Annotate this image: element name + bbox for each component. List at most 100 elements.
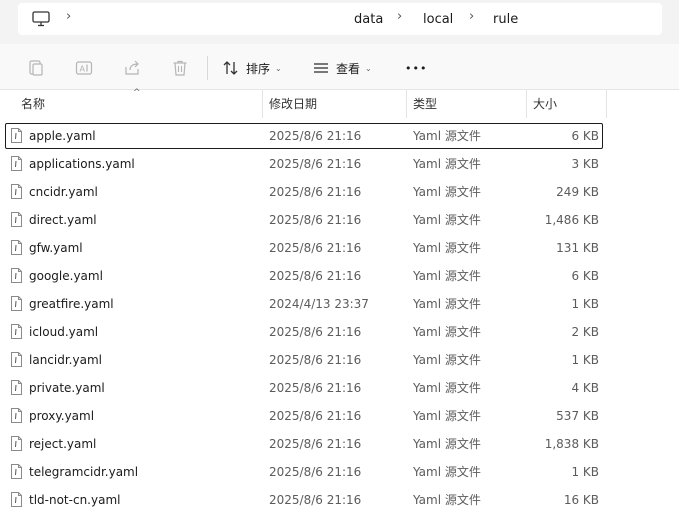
- file-name: apple.yaml: [29, 129, 96, 143]
- file-size: 1 KB: [571, 353, 599, 367]
- file-row[interactable]: private.yaml 2025/8/6 21:16 Yaml 源文件 4 KB: [0, 374, 679, 402]
- file-row[interactable]: google.yaml 2025/8/6 21:16 Yaml 源文件 6 KB: [0, 262, 679, 290]
- view-button[interactable]: 查看 ⌄: [312, 57, 372, 79]
- file-date: 2025/8/6 21:16: [269, 213, 362, 227]
- file-type: Yaml 源文件: [413, 241, 481, 255]
- file-row[interactable]: cncidr.yaml 2025/8/6 21:16 Yaml 源文件 249 KB: [0, 178, 679, 206]
- column-resize-handle[interactable]: [526, 90, 527, 118]
- file-date: 2025/8/6 21:16: [269, 325, 362, 339]
- file-date: 2025/8/6 21:16: [269, 437, 362, 451]
- yaml-file-icon: [11, 436, 22, 451]
- chevron-right-icon[interactable]: ›: [469, 9, 474, 24]
- file-size: 1 KB: [571, 465, 599, 479]
- chevron-right-icon[interactable]: ›: [66, 9, 71, 24]
- file-row[interactable]: icloud.yaml 2025/8/6 21:16 Yaml 源文件 2 KB: [0, 318, 679, 346]
- yaml-file-icon: [11, 492, 22, 507]
- sort-ascending-icon: ^: [133, 88, 141, 98]
- file-name: applications.yaml: [29, 157, 135, 171]
- sort-label: 排序: [246, 61, 271, 76]
- file-row[interactable]: greatfire.yaml 2024/4/13 23:37 Yaml 源文件 1 K…: [0, 290, 679, 318]
- yaml-file-icon: [11, 156, 22, 171]
- file-row[interactable]: telegramcidr.yaml 2025/8/6 21:16 Yaml 源文件 1…: [0, 458, 679, 486]
- file-row[interactable]: direct.yaml 2025/8/6 21:16 Yaml 源文件 1,486 K…: [0, 206, 679, 234]
- file-type: Yaml 源文件: [413, 157, 481, 171]
- file-size: 16 KB: [563, 493, 599, 507]
- file-date: 2025/8/6 21:16: [269, 493, 362, 507]
- file-date: 2025/8/6 21:16: [269, 409, 362, 423]
- chevron-right-icon[interactable]: ›: [397, 9, 402, 24]
- chevron-down-icon: ⌄: [275, 63, 282, 73]
- sort-button[interactable]: 排序 ⌄: [222, 57, 282, 79]
- yaml-file-icon: [11, 352, 22, 367]
- svg-text:A: A: [80, 65, 86, 74]
- breadcrumb-local[interactable]: local: [423, 12, 453, 27]
- yaml-file-icon: [11, 296, 22, 311]
- sort-icon: [223, 61, 238, 75]
- file-type: Yaml 源文件: [413, 269, 481, 283]
- yaml-file-icon: [11, 212, 22, 227]
- file-type: Yaml 源文件: [413, 465, 481, 479]
- file-date: 2025/8/6 21:16: [269, 269, 362, 283]
- file-date: 2025/8/6 21:16: [269, 185, 362, 199]
- file-row[interactable]: lancidr.yaml 2025/8/6 21:16 Yaml 源文件 1 KB: [0, 346, 679, 374]
- file-type: Yaml 源文件: [413, 129, 481, 143]
- file-type: Yaml 源文件: [413, 185, 481, 199]
- view-icon: [314, 63, 328, 73]
- column-resize-handle[interactable]: [262, 90, 263, 118]
- file-size: 537 KB: [556, 409, 599, 423]
- file-name: tld-not-cn.yaml: [29, 493, 121, 507]
- column-resize-handle[interactable]: [606, 90, 607, 118]
- copy-icon[interactable]: [27, 59, 45, 77]
- file-type: Yaml 源文件: [413, 213, 481, 227]
- yaml-file-icon: [11, 464, 22, 479]
- column-header-type[interactable]: 类型: [413, 90, 437, 118]
- file-name: greatfire.yaml: [29, 297, 114, 311]
- column-header-name[interactable]: 名称: [21, 90, 45, 118]
- file-type: Yaml 源文件: [413, 437, 481, 451]
- toolbar-divider: [207, 56, 208, 80]
- column-header-date[interactable]: 修改日期: [269, 90, 317, 118]
- file-row[interactable]: reject.yaml 2025/8/6 21:16 Yaml 源文件 1,838 K…: [0, 430, 679, 458]
- yaml-file-icon: [11, 184, 22, 199]
- file-name: proxy.yaml: [29, 409, 95, 423]
- column-header-size[interactable]: 大小: [533, 90, 557, 118]
- column-resize-handle[interactable]: [406, 90, 407, 118]
- breadcrumb-rule[interactable]: rule: [493, 12, 518, 27]
- rename-icon[interactable]: A: [75, 59, 93, 77]
- file-size: 1,486 KB: [544, 213, 599, 227]
- address-bar[interactable]: › data › local › rule: [18, 3, 662, 35]
- file-list: apple.yaml 2025/8/6 21:16 Yaml 源文件 6 KB appl…: [0, 122, 679, 514]
- file-type: Yaml 源文件: [413, 409, 481, 423]
- file-date: 2025/8/6 21:16: [269, 241, 362, 255]
- file-size: 4 KB: [571, 381, 599, 395]
- yaml-file-icon: [11, 268, 22, 283]
- file-name: telegramcidr.yaml: [29, 465, 139, 479]
- file-row[interactable]: tld-not-cn.yaml 2025/8/6 21:16 Yaml 源文件 16 …: [0, 486, 679, 514]
- file-row[interactable]: applications.yaml 2025/8/6 21:16 Yaml 源文件 3…: [0, 150, 679, 178]
- file-date: 2025/8/6 21:16: [269, 381, 362, 395]
- addressbar-area: › data › local › rule: [0, 0, 679, 44]
- yaml-file-icon: [11, 408, 22, 423]
- column-header-row: ^ 名称 修改日期 类型 大小: [0, 88, 679, 118]
- file-name: private.yaml: [29, 381, 105, 395]
- file-type: Yaml 源文件: [413, 353, 481, 367]
- view-label: 查看: [336, 61, 361, 76]
- file-row[interactable]: apple.yaml 2025/8/6 21:16 Yaml 源文件 6 KB: [0, 122, 679, 150]
- file-name: gfw.yaml: [29, 241, 83, 255]
- file-name: google.yaml: [29, 269, 103, 283]
- yaml-file-icon: [11, 128, 22, 143]
- file-name: cncidr.yaml: [29, 185, 98, 199]
- file-size: 249 KB: [556, 185, 599, 199]
- more-options-button[interactable]: •••: [405, 57, 427, 79]
- this-pc-icon[interactable]: [32, 11, 50, 27]
- file-size: 1 KB: [571, 297, 599, 311]
- delete-icon[interactable]: [171, 59, 189, 77]
- file-row[interactable]: gfw.yaml 2025/8/6 21:16 Yaml 源文件 131 KB: [0, 234, 679, 262]
- yaml-file-icon: [11, 240, 22, 255]
- breadcrumb-data[interactable]: data: [354, 12, 383, 27]
- file-row[interactable]: proxy.yaml 2025/8/6 21:16 Yaml 源文件 537 KB: [0, 402, 679, 430]
- file-name: lancidr.yaml: [29, 353, 102, 367]
- file-size: 3 KB: [571, 157, 599, 171]
- file-size: 131 KB: [556, 241, 599, 255]
- share-icon[interactable]: [123, 59, 141, 77]
